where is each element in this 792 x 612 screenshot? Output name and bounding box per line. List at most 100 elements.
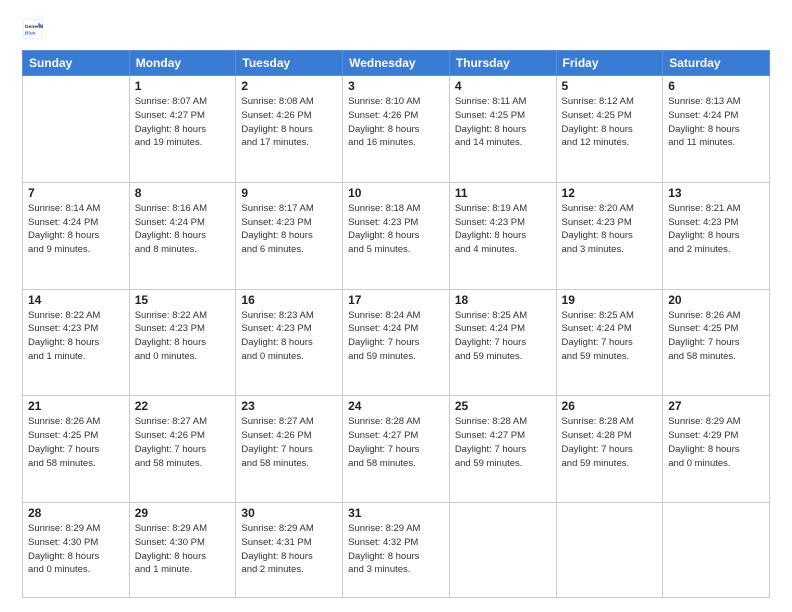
calendar-cell: 27 Sunrise: 8:29 AM Sunset: 4:29 PM Dayli… <box>663 396 770 503</box>
day-number: 12 <box>562 186 658 200</box>
day-info: Sunrise: 8:12 AM Sunset: 4:25 PM Dayligh… <box>562 95 658 150</box>
calendar-cell: 23Sunrise: 8:27 AM Sunset: 4:26 PM Dayli… <box>236 396 343 503</box>
calendar-week-row: 21Sunrise: 8:26 AM Sunset: 4:25 PM Dayli… <box>23 396 770 503</box>
day-info: Sunrise: 8:29 AM Sunset: 4:29 PM Dayligh… <box>668 415 764 470</box>
calendar-cell: 7 Sunrise: 8:14 AM Sunset: 4:24 PM Daylig… <box>23 182 130 289</box>
day-number: 7 <box>28 186 124 200</box>
calendar-cell: 5Sunrise: 8:12 AM Sunset: 4:25 PM Daylig… <box>556 76 663 183</box>
day-number: 1 <box>135 79 231 93</box>
day-number: 17 <box>348 293 444 307</box>
weekday-header-cell: Saturday <box>663 51 770 76</box>
calendar-cell: 21Sunrise: 8:26 AM Sunset: 4:25 PM Dayli… <box>23 396 130 503</box>
day-number: 15 <box>135 293 231 307</box>
calendar-cell: 16 Sunrise: 8:23 AM Sunset: 4:23 PM Dayli… <box>236 289 343 396</box>
day-info: Sunrise: 8:18 AM Sunset: 4:23 PM Dayligh… <box>348 202 444 257</box>
calendar-cell: 1 Sunrise: 8:07 AM Sunset: 4:27 PM Daylig… <box>129 76 236 183</box>
day-number: 30 <box>241 506 337 520</box>
day-number: 31 <box>348 506 444 520</box>
day-info: Sunrise: 8:28 AM Sunset: 4:27 PM Dayligh… <box>455 415 551 470</box>
calendar-cell: 28 Sunrise: 8:29 AM Sunset: 4:30 PM Dayli… <box>23 503 130 598</box>
calendar-cell: 9Sunrise: 8:17 AM Sunset: 4:23 PM Daylig… <box>236 182 343 289</box>
calendar-cell: 13 Sunrise: 8:21 AM Sunset: 4:23 PM Dayli… <box>663 182 770 289</box>
day-number: 19 <box>562 293 658 307</box>
calendar-cell: 25 Sunrise: 8:28 AM Sunset: 4:27 PM Dayli… <box>449 396 556 503</box>
day-number: 6 <box>668 79 764 93</box>
day-number: 10 <box>348 186 444 200</box>
day-info: Sunrise: 8:14 AM Sunset: 4:24 PM Dayligh… <box>28 202 124 257</box>
calendar-cell: 26 Sunrise: 8:28 AM Sunset: 4:28 PM Dayli… <box>556 396 663 503</box>
calendar-cell: 19Sunrise: 8:25 AM Sunset: 4:24 PM Dayli… <box>556 289 663 396</box>
calendar-cell: 18 Sunrise: 8:25 AM Sunset: 4:24 PM Dayli… <box>449 289 556 396</box>
day-number: 13 <box>668 186 764 200</box>
calendar-cell: 14 Sunrise: 8:22 AM Sunset: 4:23 PM Dayli… <box>23 289 130 396</box>
day-number: 21 <box>28 399 124 413</box>
page-header: General Blue <box>22 18 770 40</box>
calendar-cell: 12 Sunrise: 8:20 AM Sunset: 4:23 PM Dayli… <box>556 182 663 289</box>
calendar-cell: 15Sunrise: 8:22 AM Sunset: 4:23 PM Dayli… <box>129 289 236 396</box>
day-number: 29 <box>135 506 231 520</box>
calendar-cell: 24Sunrise: 8:28 AM Sunset: 4:27 PM Dayli… <box>343 396 450 503</box>
day-number: 22 <box>135 399 231 413</box>
calendar-cell: 29 Sunrise: 8:29 AM Sunset: 4:30 PM Dayli… <box>129 503 236 598</box>
calendar-cell <box>663 503 770 598</box>
day-number: 26 <box>562 399 658 413</box>
calendar-week-row: 14 Sunrise: 8:22 AM Sunset: 4:23 PM Dayli… <box>23 289 770 396</box>
day-info: Sunrise: 8:16 AM Sunset: 4:24 PM Dayligh… <box>135 202 231 257</box>
day-info: Sunrise: 8:24 AM Sunset: 4:24 PM Dayligh… <box>348 309 444 364</box>
logo: General Blue <box>22 18 48 40</box>
day-info: Sunrise: 8:19 AM Sunset: 4:23 PM Dayligh… <box>455 202 551 257</box>
day-number: 16 <box>241 293 337 307</box>
calendar-body: 1 Sunrise: 8:07 AM Sunset: 4:27 PM Daylig… <box>23 76 770 598</box>
day-number: 24 <box>348 399 444 413</box>
calendar-cell: 17 Sunrise: 8:24 AM Sunset: 4:24 PM Dayli… <box>343 289 450 396</box>
calendar-cell: 2Sunrise: 8:08 AM Sunset: 4:26 PM Daylig… <box>236 76 343 183</box>
day-info: Sunrise: 8:23 AM Sunset: 4:23 PM Dayligh… <box>241 309 337 364</box>
calendar-week-row: 1 Sunrise: 8:07 AM Sunset: 4:27 PM Daylig… <box>23 76 770 183</box>
calendar-table: SundayMondayTuesdayWednesdayThursdayFrid… <box>22 50 770 598</box>
calendar-cell: 22 Sunrise: 8:27 AM Sunset: 4:26 PM Dayli… <box>129 396 236 503</box>
day-info: Sunrise: 8:29 AM Sunset: 4:32 PM Dayligh… <box>348 522 444 577</box>
day-number: 28 <box>28 506 124 520</box>
day-info: Sunrise: 8:28 AM Sunset: 4:28 PM Dayligh… <box>562 415 658 470</box>
day-info: Sunrise: 8:27 AM Sunset: 4:26 PM Dayligh… <box>135 415 231 470</box>
calendar-cell: 10 Sunrise: 8:18 AM Sunset: 4:23 PM Dayli… <box>343 182 450 289</box>
calendar-cell: 6 Sunrise: 8:13 AM Sunset: 4:24 PM Daylig… <box>663 76 770 183</box>
calendar-cell: 20 Sunrise: 8:26 AM Sunset: 4:25 PM Dayli… <box>663 289 770 396</box>
day-number: 27 <box>668 399 764 413</box>
calendar-cell <box>556 503 663 598</box>
day-number: 3 <box>348 79 444 93</box>
day-info: Sunrise: 8:29 AM Sunset: 4:30 PM Dayligh… <box>135 522 231 577</box>
calendar-cell: 31 Sunrise: 8:29 AM Sunset: 4:32 PM Dayli… <box>343 503 450 598</box>
calendar-week-row: 28 Sunrise: 8:29 AM Sunset: 4:30 PM Dayli… <box>23 503 770 598</box>
svg-text:General: General <box>25 24 44 30</box>
day-number: 20 <box>668 293 764 307</box>
day-number: 25 <box>455 399 551 413</box>
weekday-header-cell: Friday <box>556 51 663 76</box>
calendar-cell <box>23 76 130 183</box>
weekday-header-cell: Tuesday <box>236 51 343 76</box>
day-info: Sunrise: 8:26 AM Sunset: 4:25 PM Dayligh… <box>668 309 764 364</box>
day-number: 4 <box>455 79 551 93</box>
day-info: Sunrise: 8:08 AM Sunset: 4:26 PM Dayligh… <box>241 95 337 150</box>
day-info: Sunrise: 8:07 AM Sunset: 4:27 PM Dayligh… <box>135 95 231 150</box>
day-info: Sunrise: 8:25 AM Sunset: 4:24 PM Dayligh… <box>455 309 551 364</box>
svg-text:Blue: Blue <box>25 31 36 37</box>
day-info: Sunrise: 8:13 AM Sunset: 4:24 PM Dayligh… <box>668 95 764 150</box>
weekday-header-cell: Wednesday <box>343 51 450 76</box>
day-number: 18 <box>455 293 551 307</box>
day-number: 9 <box>241 186 337 200</box>
day-info: Sunrise: 8:29 AM Sunset: 4:30 PM Dayligh… <box>28 522 124 577</box>
day-number: 14 <box>28 293 124 307</box>
weekday-header-cell: Monday <box>129 51 236 76</box>
day-info: Sunrise: 8:21 AM Sunset: 4:23 PM Dayligh… <box>668 202 764 257</box>
calendar-cell <box>449 503 556 598</box>
day-info: Sunrise: 8:20 AM Sunset: 4:23 PM Dayligh… <box>562 202 658 257</box>
calendar-week-row: 7 Sunrise: 8:14 AM Sunset: 4:24 PM Daylig… <box>23 182 770 289</box>
day-info: Sunrise: 8:10 AM Sunset: 4:26 PM Dayligh… <box>348 95 444 150</box>
day-info: Sunrise: 8:29 AM Sunset: 4:31 PM Dayligh… <box>241 522 337 577</box>
logo-icon: General Blue <box>22 18 44 40</box>
day-info: Sunrise: 8:11 AM Sunset: 4:25 PM Dayligh… <box>455 95 551 150</box>
calendar-cell: 8Sunrise: 8:16 AM Sunset: 4:24 PM Daylig… <box>129 182 236 289</box>
day-number: 23 <box>241 399 337 413</box>
day-info: Sunrise: 8:22 AM Sunset: 4:23 PM Dayligh… <box>28 309 124 364</box>
